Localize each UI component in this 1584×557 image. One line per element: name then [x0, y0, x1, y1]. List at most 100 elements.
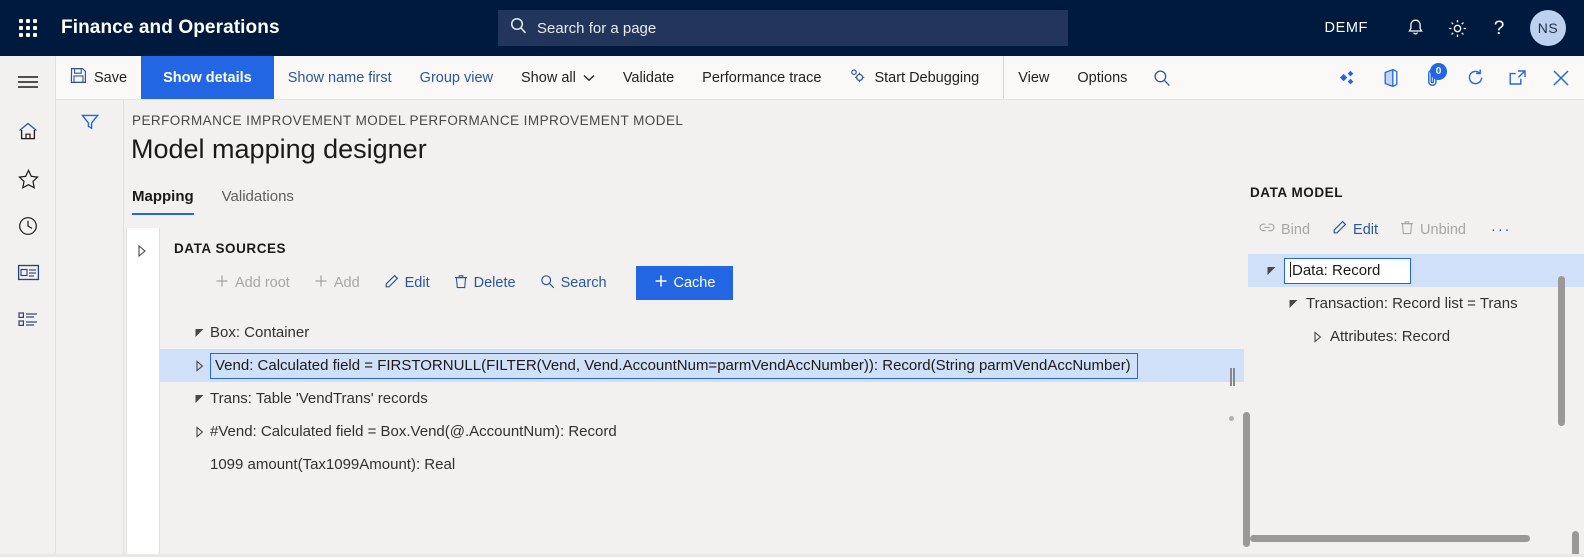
twisty-expanded-icon[interactable]	[188, 327, 210, 338]
tree-row-label: Vend: Calculated field = FIRSTORNULL(FIL…	[210, 352, 1138, 379]
pane-splitter-handle[interactable]	[1230, 368, 1235, 386]
refresh-icon[interactable]	[1454, 56, 1496, 99]
trash-icon	[454, 274, 468, 293]
search-button[interactable]: Search	[529, 268, 618, 299]
twisty-expanded-icon[interactable]	[1258, 265, 1284, 276]
tree-row[interactable]: Box: Container	[160, 316, 1244, 349]
popout-icon[interactable]	[1496, 56, 1538, 99]
tree-row-label: Transaction: Record list = Trans	[1306, 295, 1518, 312]
plus-icon	[314, 274, 328, 292]
tree-row[interactable]: Attributes: Record	[1248, 320, 1584, 353]
modules-list-icon[interactable]	[0, 296, 56, 343]
tree-row[interactable]: #Vend: Calculated field = Box.Vend(@.Acc…	[160, 415, 1244, 448]
filter-strip	[56, 100, 124, 557]
data-sources-title: DATA SOURCES	[174, 241, 287, 256]
tree-row-label: #Vend: Calculated field = Box.Vend(@.Acc…	[210, 423, 617, 440]
twisty-collapsed-icon[interactable]	[1304, 330, 1330, 343]
bind-button[interactable]: Bind	[1248, 215, 1321, 244]
edit-model-label: Edit	[1353, 221, 1379, 238]
data-model-toolbar: Bind Edit Unbind ···	[1248, 214, 1522, 245]
section-gutter	[126, 228, 160, 557]
pencil-icon	[1332, 220, 1347, 239]
star-icon[interactable]	[0, 155, 56, 202]
command-bar-spacer	[1183, 56, 1328, 99]
command-bar: Save Show details Show name first Group …	[56, 56, 1584, 100]
hamburger-menu-icon[interactable]	[0, 56, 56, 108]
options-menu[interactable]: Options	[1063, 56, 1141, 99]
tree-row-name-input[interactable]: Data: Record	[1284, 257, 1412, 284]
data-model-vertical-scrollbar[interactable]	[1558, 276, 1565, 426]
show-all-label: Show all	[521, 69, 576, 86]
twisty-expanded-icon[interactable]	[188, 393, 210, 404]
tree-row[interactable]: Data: Record	[1248, 254, 1584, 287]
tree-row-label: Attributes: Record	[1330, 328, 1451, 345]
add-root-label: Add root	[235, 275, 290, 291]
more-ellipsis-icon[interactable]: ···	[1477, 216, 1523, 244]
save-disk-icon	[70, 67, 87, 88]
question-mark-icon[interactable]: ?	[1478, 0, 1520, 56]
show-details-button[interactable]: Show details	[141, 56, 274, 99]
tree-row[interactable]: Trans: Table 'VendTrans' records	[160, 382, 1244, 415]
twisty-expanded-icon[interactable]	[1280, 298, 1306, 309]
data-sources-toolbar: Add root Add Edit Delete Search Cache	[204, 266, 734, 300]
view-menu[interactable]: View	[1003, 56, 1063, 99]
data-model-title: DATA MODEL	[1250, 185, 1343, 200]
save-button[interactable]: Save	[56, 56, 141, 99]
unbind-button[interactable]: Unbind	[1389, 214, 1477, 245]
data-model-tree: Data: Record Transaction: Record list = …	[1248, 254, 1584, 353]
attachment-count-badge: 0	[1430, 63, 1447, 80]
delete-button[interactable]: Delete	[443, 268, 527, 299]
edit-button[interactable]: Edit	[373, 268, 441, 299]
twisty-collapsed-icon[interactable]	[188, 359, 210, 372]
cache-button[interactable]: Cache	[635, 266, 734, 300]
twisty-collapsed-icon[interactable]	[188, 425, 210, 438]
tab-mapping[interactable]: Mapping	[132, 188, 194, 215]
scroll-marker	[1229, 416, 1234, 421]
page-title: Model mapping designer	[131, 134, 427, 164]
delete-label: Delete	[473, 275, 516, 291]
home-icon[interactable]	[0, 108, 56, 155]
office-app-icon[interactable]	[1370, 56, 1412, 99]
company-selector[interactable]: DEMF	[1325, 20, 1368, 36]
tree-row[interactable]: 1099 amount(Tax1099Amount): Real	[160, 448, 1244, 481]
waffle-grid-icon[interactable]	[0, 0, 56, 56]
page-search-box[interactable]: Search for a page	[498, 10, 1068, 46]
gear-icon[interactable]	[1436, 0, 1478, 56]
attachment-icon[interactable]: 0	[1412, 56, 1454, 99]
tree-row[interactable]: Vend: Calculated field = FIRSTORNULL(FIL…	[160, 349, 1244, 382]
page-tabs: Mapping Validations	[132, 188, 294, 215]
cache-label: Cache	[673, 275, 716, 291]
bell-icon[interactable]	[1394, 0, 1436, 56]
group-view-button[interactable]: Group view	[406, 56, 507, 99]
chevron-right-icon[interactable]	[136, 244, 148, 263]
performance-trace-button[interactable]: Performance trace	[688, 56, 835, 99]
data-model-horizontal-scrollbar[interactable]	[1250, 535, 1530, 542]
trash-icon	[1400, 220, 1414, 239]
edit-label: Edit	[404, 275, 430, 291]
start-debugging-button[interactable]: Start Debugging	[835, 56, 993, 99]
svg-text:?: ?	[1494, 18, 1505, 39]
add-button[interactable]: Add	[303, 268, 371, 298]
tree-row[interactable]: Transaction: Record list = Trans	[1248, 287, 1584, 320]
diamonds-icon[interactable]	[1328, 56, 1370, 99]
edit-model-button[interactable]: Edit	[1321, 214, 1389, 245]
close-icon[interactable]	[1538, 56, 1584, 99]
search-placeholder: Search for a page	[537, 19, 657, 37]
show-name-first-button[interactable]: Show name first	[274, 56, 406, 99]
workspaces-icon[interactable]	[0, 249, 56, 296]
application-window: Finance and Operations Search for a page…	[0, 0, 1584, 557]
add-root-button[interactable]: Add root	[204, 268, 301, 298]
text-caret	[1290, 261, 1291, 277]
validate-button[interactable]: Validate	[609, 56, 688, 99]
search-icon[interactable]	[1141, 56, 1183, 99]
pencil-icon	[384, 274, 399, 293]
app-title: Finance and Operations	[61, 17, 280, 38]
filter-funnel-icon[interactable]	[56, 100, 124, 144]
show-all-dropdown[interactable]: Show all	[507, 56, 609, 99]
clock-icon[interactable]	[0, 202, 56, 249]
chevron-down-icon	[583, 70, 595, 86]
tab-validations[interactable]: Validations	[222, 188, 294, 215]
unbind-label: Unbind	[1420, 221, 1466, 238]
tree-row-label: Box: Container	[210, 324, 310, 341]
avatar[interactable]: NS	[1530, 10, 1566, 46]
